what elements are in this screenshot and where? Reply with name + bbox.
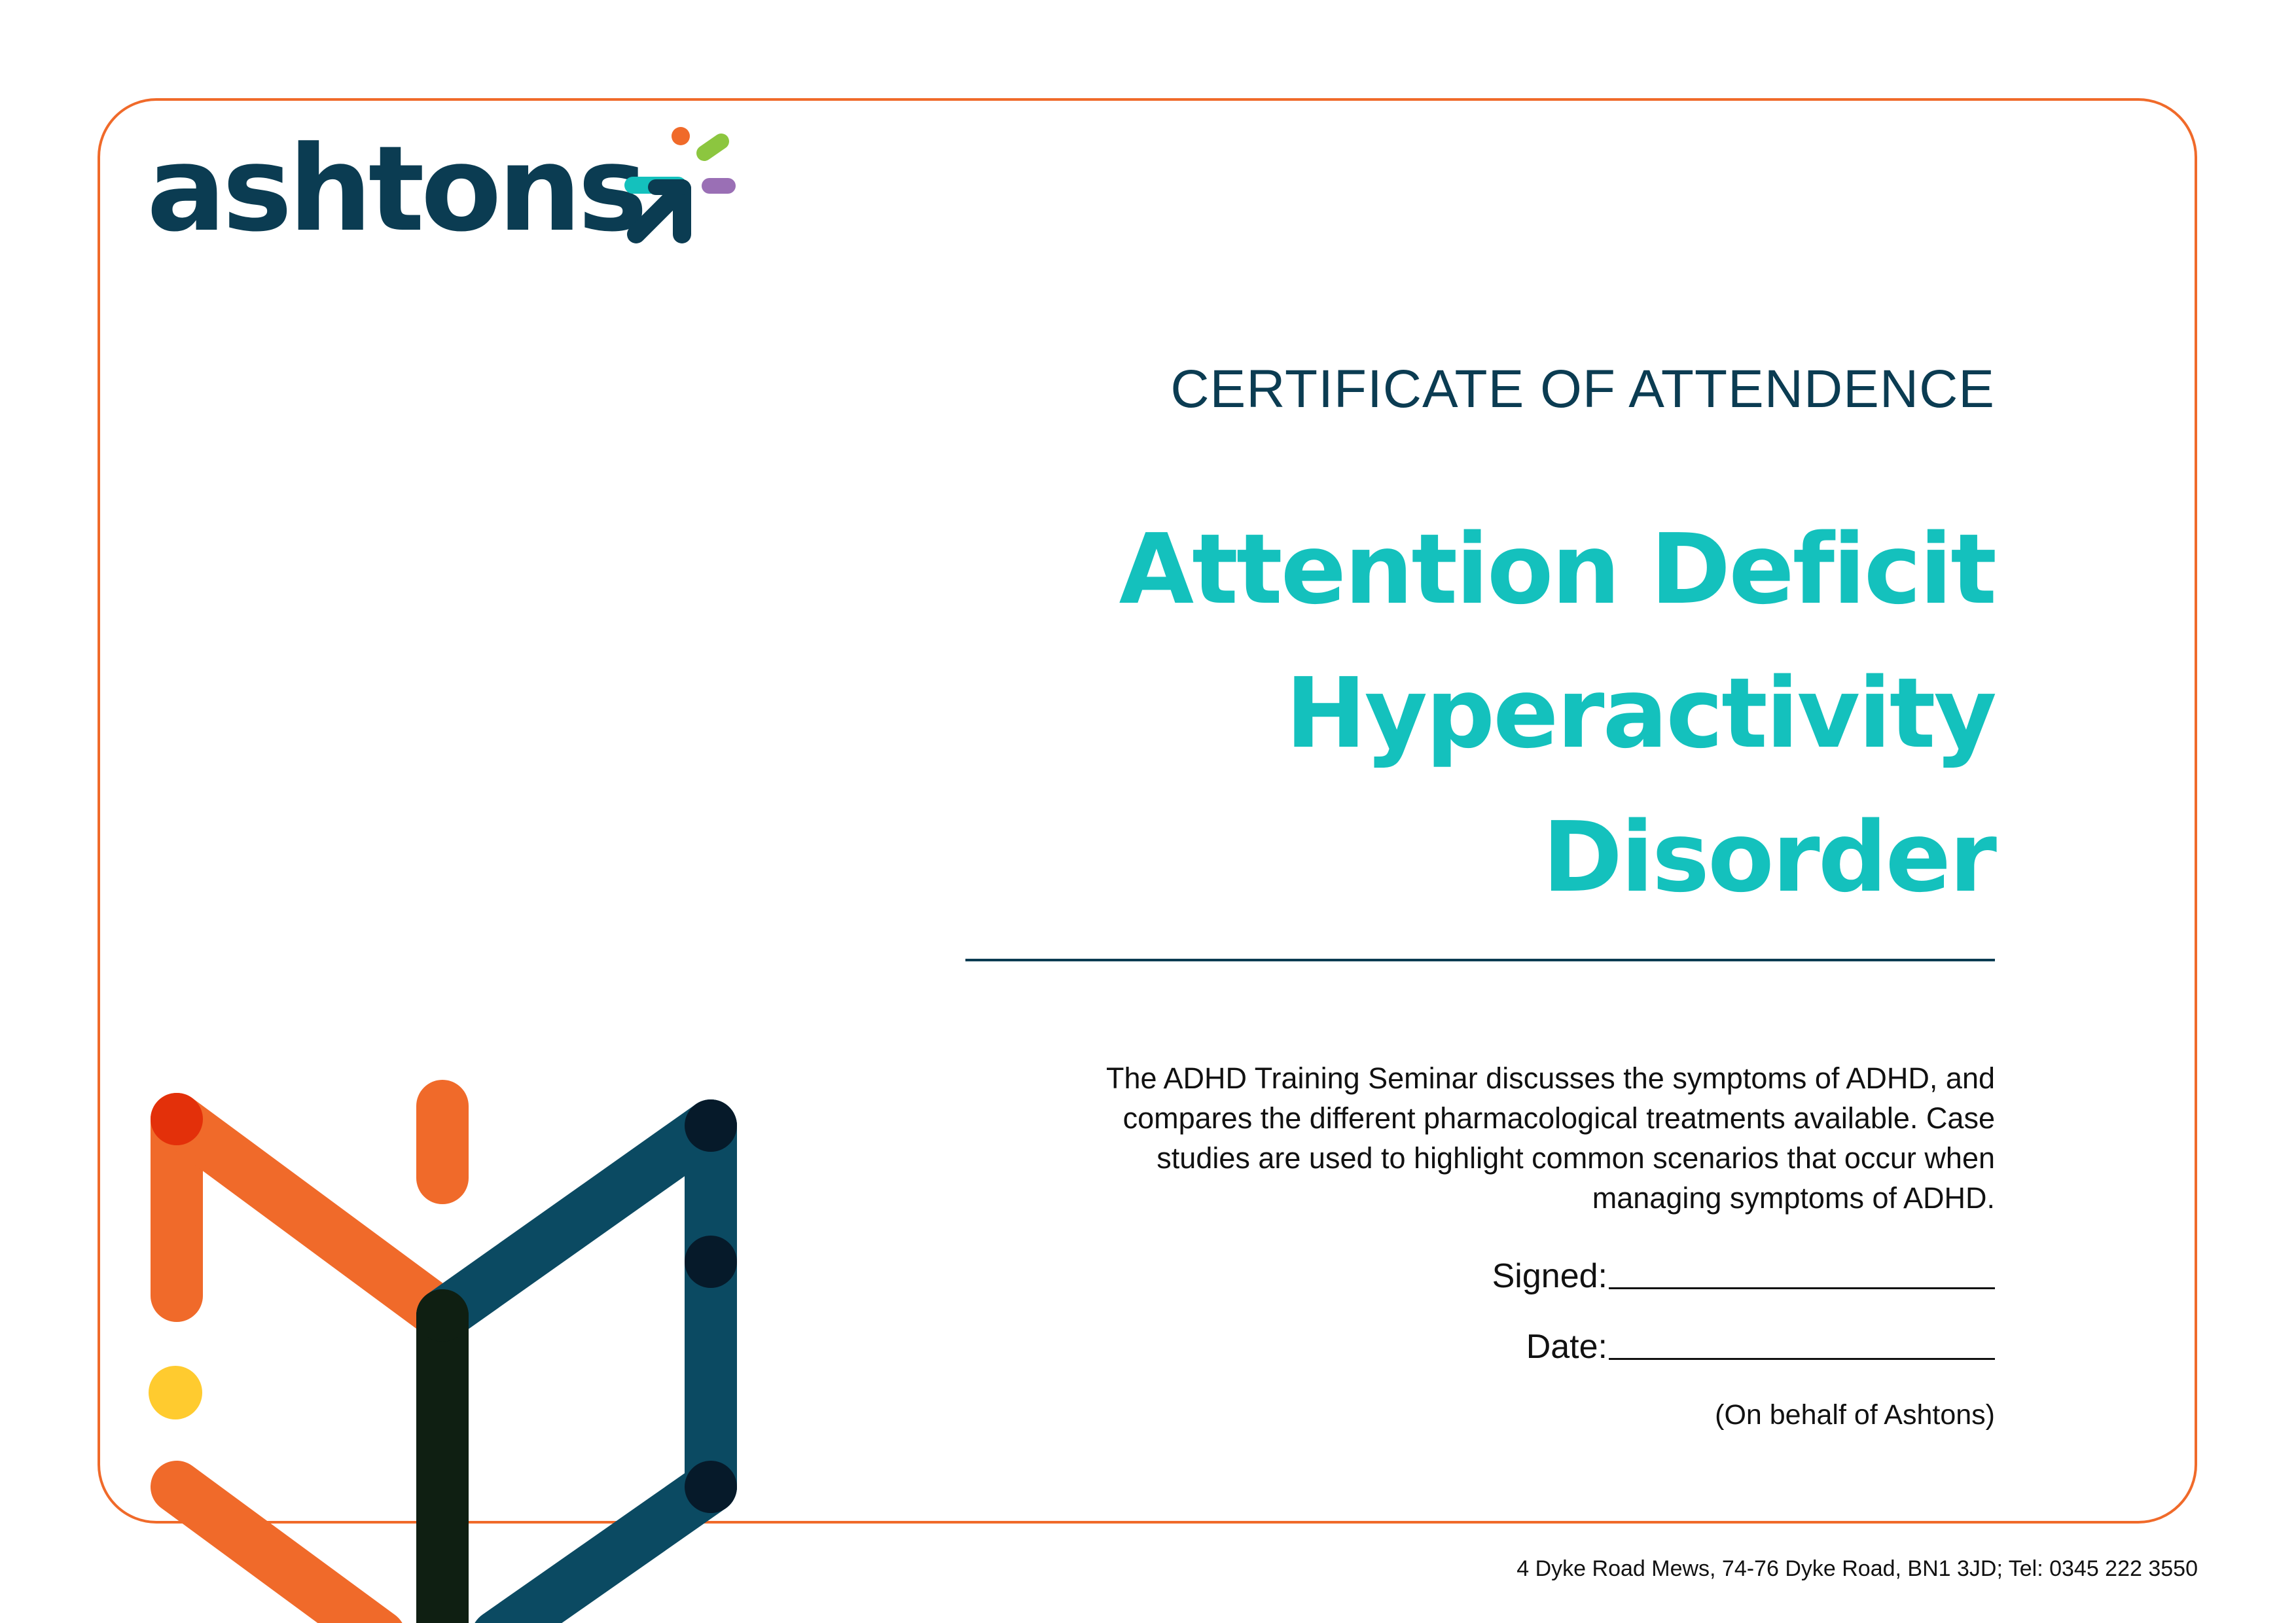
course-title: Attention Deficit Hyperactivity Disorder bbox=[817, 497, 1997, 929]
signature-line bbox=[1609, 1287, 1995, 1289]
course-description: The ADHD Training Seminar discusses the … bbox=[817, 1058, 1995, 1218]
logo-wordmark: ashtons bbox=[147, 121, 648, 258]
navy-upper-diagonal bbox=[416, 1099, 737, 1342]
recipient-name-line bbox=[965, 959, 1995, 961]
certificate-heading: CERTIFICATE OF ATTENDENCE bbox=[1170, 359, 1995, 419]
description-line: The ADHD Training Seminar discusses the … bbox=[1105, 1061, 1995, 1095]
date-field: Date: bbox=[1526, 1327, 1995, 1366]
decorative-graphic bbox=[149, 1080, 737, 1623]
dark-node-middle bbox=[685, 1236, 737, 1288]
red-overlap-dot bbox=[151, 1093, 203, 1145]
date-line bbox=[1609, 1358, 1995, 1360]
navy-lower-diagonal bbox=[475, 1461, 737, 1623]
description-line: compares the different pharmacological t… bbox=[1122, 1101, 1995, 1135]
signed-label: Signed: bbox=[1492, 1257, 1607, 1295]
footer-address: 4 Dyke Road Mews, 74-76 Dyke Road, BN1 3… bbox=[1516, 1556, 2198, 1581]
orange-lower-bar bbox=[151, 1461, 403, 1623]
dark-node-junction bbox=[416, 1289, 469, 1342]
behalf-note: (On behalf of Ashtons) bbox=[1715, 1399, 1995, 1431]
course-title-line-1: Attention Deficit bbox=[1119, 513, 1997, 626]
ashtons-logo: ashtons bbox=[147, 118, 749, 262]
logo-arrow-icon bbox=[624, 127, 736, 243]
signed-field: Signed: bbox=[1492, 1257, 1995, 1296]
yellow-dot bbox=[149, 1366, 202, 1419]
description-line: studies are used to highlight common sce… bbox=[1157, 1141, 1995, 1175]
course-title-line-2: Hyperactivity Disorder bbox=[1285, 657, 1997, 914]
dark-node-bottom bbox=[685, 1461, 737, 1513]
date-label: Date: bbox=[1526, 1328, 1607, 1366]
description-line: managing symptoms of ADHD. bbox=[1592, 1181, 1995, 1215]
dark-node-top bbox=[685, 1099, 737, 1152]
orange-diagonal-bar bbox=[151, 1093, 469, 1342]
